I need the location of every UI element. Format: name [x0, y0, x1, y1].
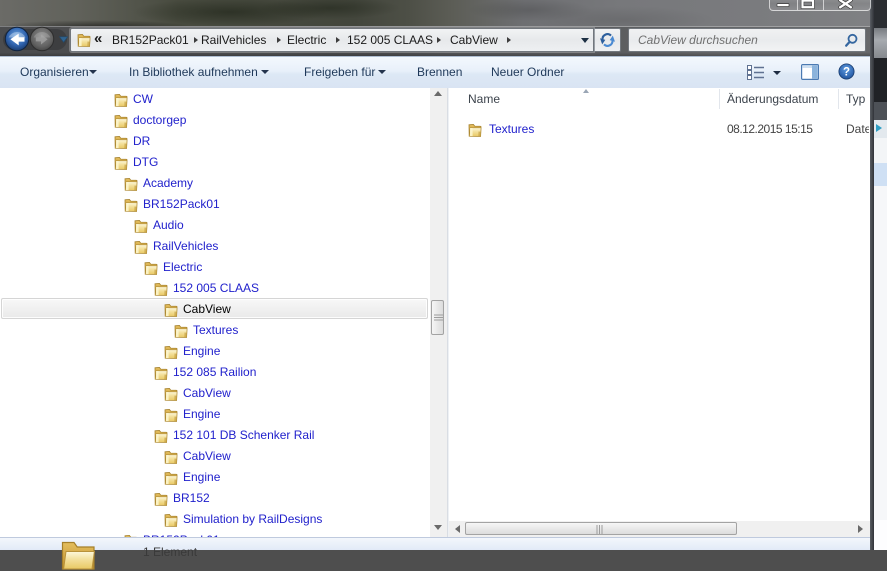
- svg-text:?: ?: [843, 67, 850, 79]
